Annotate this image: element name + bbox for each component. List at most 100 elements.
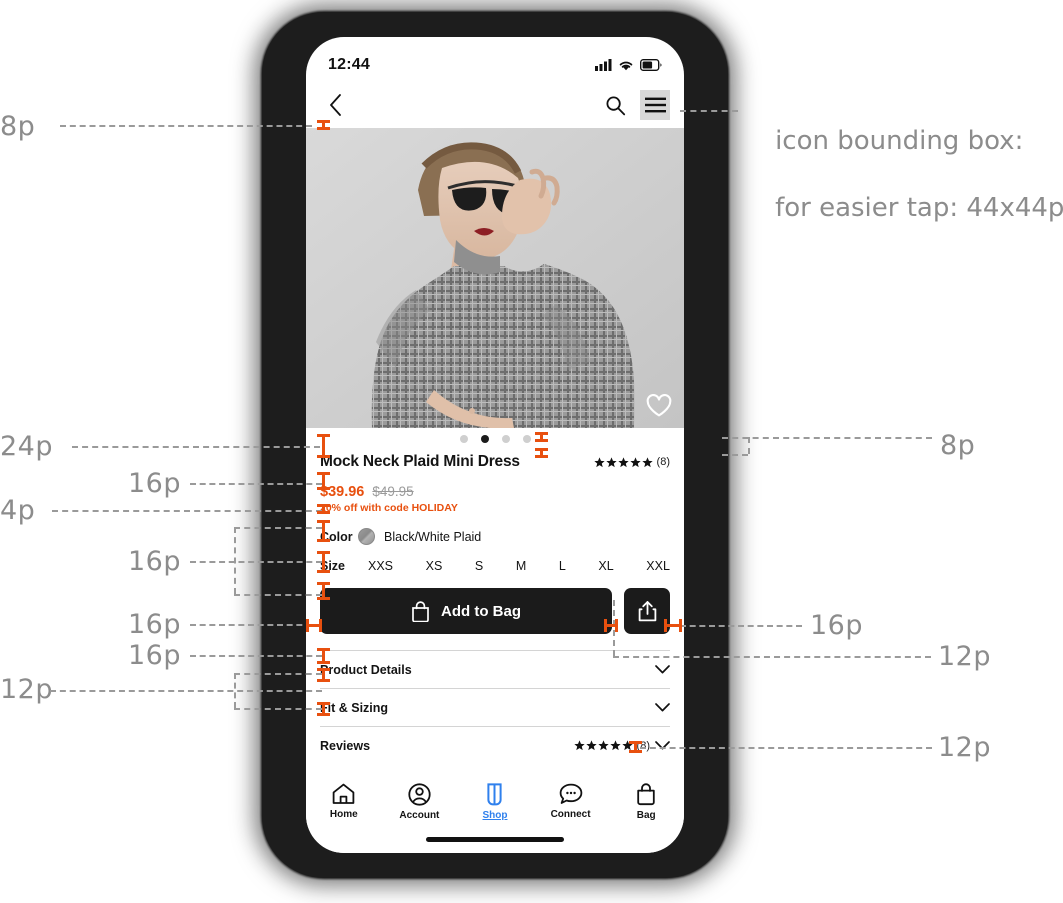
annotation-16p-share: 16p <box>810 610 863 641</box>
accordion-item-fit-sizing[interactable]: Fit & Sizing <box>320 688 670 726</box>
star-icon <box>609 740 621 751</box>
status-time: 12:44 <box>328 55 370 73</box>
size-option[interactable]: XS <box>426 559 443 573</box>
tab-connect[interactable]: Connect <box>540 783 602 820</box>
tab-label: Shop <box>482 810 508 821</box>
back-button[interactable] <box>320 90 350 120</box>
measure-tick-gap-cta-share <box>604 619 618 632</box>
size-option[interactable]: XL <box>598 559 613 573</box>
measure-tick-12p-a <box>317 668 330 682</box>
annotation-note-line1: icon bounding box: <box>775 126 1024 157</box>
home-indicator <box>426 837 564 842</box>
size-option[interactable]: XXS <box>368 559 393 573</box>
price-original: $49.95 <box>372 484 414 499</box>
size-option[interactable]: S <box>475 559 483 573</box>
carousel-dot[interactable] <box>501 435 510 443</box>
leader-line <box>234 708 322 710</box>
leader-line <box>640 747 932 749</box>
title-row: Mock Neck Plaid Mini Dress (8) <box>320 453 670 471</box>
tab-home[interactable]: Home <box>313 783 375 820</box>
chevron-down-icon <box>655 703 670 712</box>
leader-line <box>234 527 322 529</box>
measure-tick-24p <box>317 434 330 458</box>
accordion-item-reviews[interactable]: Reviews (8) <box>320 726 670 764</box>
measure-tick-8p-dots-bottom <box>535 448 548 458</box>
leader-line <box>722 454 748 456</box>
measure-tick-16p-title <box>317 472 330 490</box>
tab-shop[interactable]: Shop <box>464 783 526 821</box>
leader-line <box>680 110 738 112</box>
review-count: (8) <box>656 456 670 468</box>
color-row[interactable]: Color Black/White Plaid <box>320 528 670 545</box>
carousel-dot[interactable] <box>459 435 468 443</box>
annotation-16p-cta: 16p <box>128 609 181 640</box>
size-option[interactable]: M <box>516 559 526 573</box>
carousel-dot-active[interactable] <box>480 435 489 443</box>
dress-icon <box>487 783 503 806</box>
spec-canvas: 12:44 Mock Neck Plaid Mini Dress (8) $39… <box>0 0 1063 903</box>
annotation-12p-share: 12p <box>938 641 991 672</box>
model-photo <box>306 128 684 428</box>
status-bar: 12:44 <box>306 37 684 82</box>
chevron-down-icon <box>655 665 670 674</box>
measure-tick-16p-right-share <box>664 619 682 632</box>
accordion: Product Details Fit & Sizing Reviews (8) <box>320 650 670 764</box>
leader-line-vertical <box>234 673 236 708</box>
color-swatch[interactable] <box>358 528 375 545</box>
heart-icon <box>646 394 672 417</box>
leader-line <box>234 594 322 596</box>
leader-line <box>72 446 320 448</box>
accordion-label: Reviews <box>320 738 371 753</box>
favorite-button[interactable] <box>646 394 672 418</box>
leader-line <box>722 437 932 439</box>
star-icon <box>593 456 605 467</box>
annotation-8p-navbar: 8p <box>0 111 36 142</box>
tab-label: Account <box>399 810 440 821</box>
nav-bar <box>306 82 684 128</box>
size-option[interactable]: XXL <box>646 559 670 573</box>
star-icon <box>597 740 609 751</box>
leader-line <box>190 624 312 626</box>
tab-bag[interactable]: Bag <box>615 783 677 821</box>
rating-stars[interactable]: (8) <box>593 456 670 468</box>
measure-tick-8p-dots-top <box>535 432 548 442</box>
annotation-note-line2: for easier tap: 44x44p <box>775 192 1063 223</box>
battery-icon <box>640 58 662 71</box>
tab-label: Bag <box>636 810 656 821</box>
size-option[interactable]: L <box>559 559 566 573</box>
measure-tick-12p-reviews <box>629 741 642 753</box>
status-icons <box>595 58 662 71</box>
measure-tick-16p-acc <box>317 648 330 664</box>
menu-button[interactable] <box>640 90 670 120</box>
annotation-16p-title: 16p <box>128 468 181 499</box>
measure-tick-navbar <box>317 120 330 130</box>
carousel-dot[interactable] <box>522 435 531 443</box>
leader-line <box>50 690 322 692</box>
carousel-dots[interactable] <box>320 428 670 450</box>
star-icon <box>617 456 629 467</box>
leader-line <box>680 625 802 627</box>
star-icon <box>641 456 653 467</box>
add-to-bag-label: Add to Bag <box>441 602 521 620</box>
leader-line <box>52 510 322 512</box>
bottom-tab-bar: Home Account Shop Connect Bag <box>306 771 684 853</box>
shopping-bag-icon <box>412 600 429 622</box>
search-button[interactable] <box>600 90 630 120</box>
cellular-signal-icon <box>595 58 612 71</box>
tab-account[interactable]: Account <box>388 783 450 821</box>
add-to-bag-button[interactable]: Add to Bag <box>320 588 612 634</box>
product-hero-image[interactable] <box>306 128 684 428</box>
search-icon <box>606 96 625 115</box>
leader-line <box>190 655 322 657</box>
price-row: $39.96 $49.95 <box>320 484 670 500</box>
annotation-24p: 24p <box>0 431 53 462</box>
tab-label: Connect <box>550 809 591 820</box>
chevron-left-icon <box>329 94 341 116</box>
accordion-right <box>655 665 670 674</box>
color-value: Black/White Plaid <box>384 529 482 544</box>
chat-bubble-icon <box>559 783 582 804</box>
measure-tick-4p <box>317 504 330 514</box>
measure-tick-16p-cta-top <box>317 582 330 600</box>
annotation-8p-dots: 8p <box>940 430 976 461</box>
measure-tick-12p-b <box>317 702 330 716</box>
